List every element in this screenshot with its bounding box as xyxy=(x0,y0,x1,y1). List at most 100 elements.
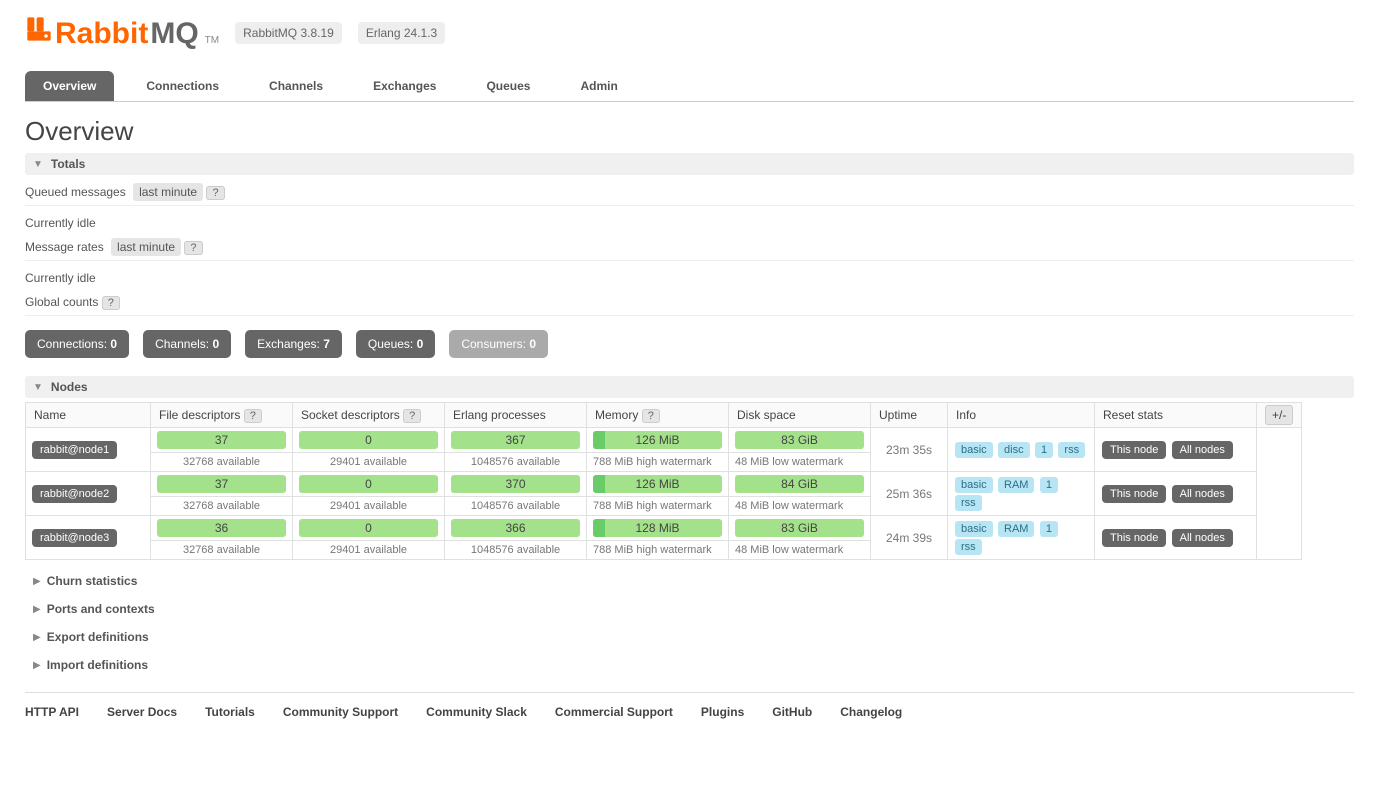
logo-text-rabbit: Rabbit xyxy=(55,17,148,51)
info-badge[interactable]: RAM xyxy=(998,521,1034,537)
uptime-value: 25m 36s xyxy=(871,472,948,516)
node-name-link[interactable]: rabbit@node1 xyxy=(32,441,117,459)
footer-link-commercial-support[interactable]: Commercial Support xyxy=(555,705,673,719)
queues-count-button[interactable]: Queues: 0 xyxy=(356,330,435,358)
connections-count-button[interactable]: Connections: 0 xyxy=(25,330,129,358)
reset-all-nodes-button[interactable]: All nodes xyxy=(1172,529,1233,547)
tab-queues[interactable]: Queues xyxy=(468,71,548,101)
uptime-value: 23m 35s xyxy=(871,428,948,472)
exchanges-count-button[interactable]: Exchanges: 7 xyxy=(245,330,342,358)
disk-watermark: 48 MiB low watermark xyxy=(729,497,871,516)
section-import-toggle[interactable]: ▶ Import definitions xyxy=(25,658,1354,672)
channels-count-button[interactable]: Channels: 0 xyxy=(143,330,231,358)
info-badge[interactable]: basic xyxy=(955,442,993,458)
footer-link-http-api[interactable]: HTTP API xyxy=(25,705,79,719)
col-fd: File descriptors ? xyxy=(151,403,293,428)
disk-bar: 84 GiB xyxy=(735,475,864,493)
mem-watermark: 788 MiB high watermark xyxy=(587,497,729,516)
section-churn-title: Churn statistics xyxy=(47,574,138,588)
col-reset: Reset stats xyxy=(1095,403,1257,428)
section-nodes-toggle[interactable]: ▼ Nodes xyxy=(25,376,1354,398)
reset-all-nodes-button[interactable]: All nodes xyxy=(1172,485,1233,503)
logo[interactable]: RabbitMQ TM xyxy=(25,15,219,51)
footer-link-community-support[interactable]: Community Support xyxy=(283,705,398,719)
info-badge[interactable]: 1 xyxy=(1035,442,1053,458)
help-icon[interactable]: ? xyxy=(642,409,660,423)
info-badge[interactable]: 1 xyxy=(1040,477,1058,493)
reset-this-node-button[interactable]: This node xyxy=(1102,529,1166,547)
header: RabbitMQ TM RabbitMQ 3.8.19 Erlang 24.1.… xyxy=(25,15,1354,51)
help-icon[interactable]: ? xyxy=(244,409,262,423)
logo-text-mq: MQ xyxy=(150,17,198,51)
logo-tm: TM xyxy=(205,35,219,46)
col-plusminus: +/- xyxy=(1257,403,1302,428)
tab-overview[interactable]: Overview xyxy=(25,71,114,101)
help-icon[interactable]: ? xyxy=(184,241,202,255)
disk-bar: 83 GiB xyxy=(735,519,864,537)
section-nodes-title: Nodes xyxy=(51,380,88,394)
node-name-link[interactable]: rabbit@node2 xyxy=(32,485,117,503)
message-rates-label: Message rates xyxy=(25,240,104,254)
fd-bar: 37 xyxy=(157,475,286,493)
reset-this-node-button[interactable]: This node xyxy=(1102,441,1166,459)
tab-connections[interactable]: Connections xyxy=(128,71,237,101)
help-icon[interactable]: ? xyxy=(403,409,421,423)
reset-this-node-button[interactable]: This node xyxy=(1102,485,1166,503)
consumers-count-button[interactable]: Consumers: 0 xyxy=(449,330,548,358)
erlang-version-badge: Erlang 24.1.3 xyxy=(358,22,445,44)
footer-link-plugins[interactable]: Plugins xyxy=(701,705,744,719)
section-ports-title: Ports and contexts xyxy=(47,602,155,616)
help-icon[interactable]: ? xyxy=(206,186,224,200)
fd-available: 32768 available xyxy=(151,497,293,516)
col-name: Name xyxy=(26,403,151,428)
main-tabs: Overview Connections Channels Exchanges … xyxy=(25,71,1354,102)
table-row: rabbit@node1370367126 MiB83 GiB23m 35sba… xyxy=(26,428,1302,453)
section-export-title: Export definitions xyxy=(47,630,149,644)
global-counts: Connections: 0 Channels: 0 Exchanges: 7 … xyxy=(25,330,1354,358)
tab-admin[interactable]: Admin xyxy=(562,71,635,101)
info-badge[interactable]: RAM xyxy=(998,477,1034,493)
ep-bar: 367 xyxy=(451,431,580,449)
chevron-right-icon: ▶ xyxy=(33,576,41,587)
section-ports-toggle[interactable]: ▶ Ports and contexts xyxy=(25,602,1354,616)
info-badge[interactable]: rss xyxy=(955,495,982,511)
mem-watermark: 788 MiB high watermark xyxy=(587,453,729,472)
info-badges: basic disc 1 rss xyxy=(948,428,1095,472)
rates-range-selector[interactable]: last minute xyxy=(111,238,181,256)
col-info: Info xyxy=(948,403,1095,428)
ep-bar: 370 xyxy=(451,475,580,493)
rabbitmq-version-badge: RabbitMQ 3.8.19 xyxy=(235,22,342,44)
ep-available: 1048576 available xyxy=(445,541,587,560)
tab-channels[interactable]: Channels xyxy=(251,71,341,101)
footer-link-tutorials[interactable]: Tutorials xyxy=(205,705,255,719)
help-icon[interactable]: ? xyxy=(102,296,120,310)
info-badge[interactable]: basic xyxy=(955,477,993,493)
footer-link-community-slack[interactable]: Community Slack xyxy=(426,705,527,719)
section-churn-toggle[interactable]: ▶ Churn statistics xyxy=(25,574,1354,588)
footer-link-github[interactable]: GitHub xyxy=(772,705,812,719)
tab-exchanges[interactable]: Exchanges xyxy=(355,71,454,101)
columns-toggle-button[interactable]: +/- xyxy=(1265,405,1293,425)
fd-bar: 37 xyxy=(157,431,286,449)
sd-available: 29401 available xyxy=(293,541,445,560)
chevron-right-icon: ▶ xyxy=(33,632,41,643)
chevron-right-icon: ▶ xyxy=(33,660,41,671)
mem-watermark: 788 MiB high watermark xyxy=(587,541,729,560)
message-rates-row: Message rates last minute ? xyxy=(25,240,1354,254)
footer-link-changelog[interactable]: Changelog xyxy=(840,705,902,719)
info-badge[interactable]: disc xyxy=(998,442,1030,458)
footer-link-server-docs[interactable]: Server Docs xyxy=(107,705,177,719)
info-badge[interactable]: rss xyxy=(1058,442,1085,458)
info-badge[interactable]: rss xyxy=(955,539,982,555)
info-badge[interactable]: basic xyxy=(955,521,993,537)
col-uptime: Uptime xyxy=(871,403,948,428)
info-badge[interactable]: 1 xyxy=(1040,521,1058,537)
queued-range-selector[interactable]: last minute xyxy=(133,183,203,201)
section-totals-toggle[interactable]: ▼ Totals xyxy=(25,153,1354,175)
node-name-link[interactable]: rabbit@node3 xyxy=(32,529,117,547)
reset-all-nodes-button[interactable]: All nodes xyxy=(1172,441,1233,459)
info-badges: basic RAM 1 rss xyxy=(948,516,1095,560)
mem-bar: 128 MiB xyxy=(593,519,722,537)
queued-messages-label: Queued messages xyxy=(25,185,126,199)
section-export-toggle[interactable]: ▶ Export definitions xyxy=(25,630,1354,644)
